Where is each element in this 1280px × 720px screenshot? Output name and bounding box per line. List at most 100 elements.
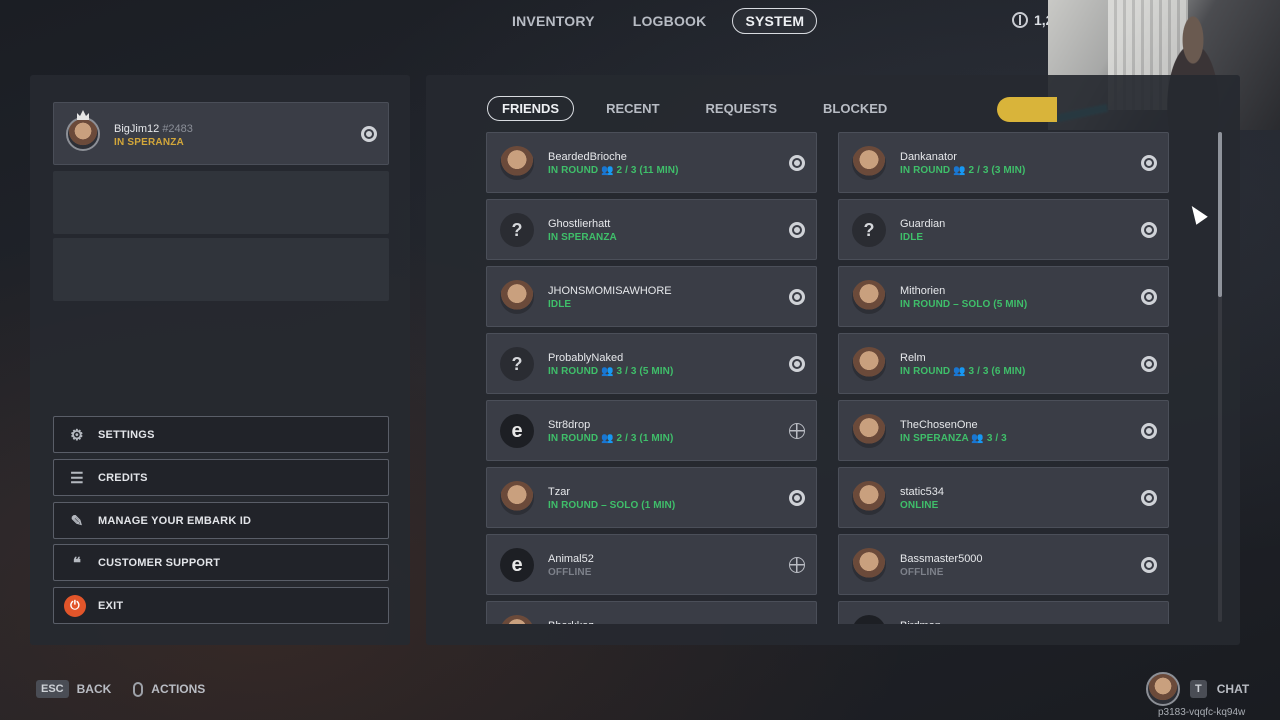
manage-embark-id-label: MANAGE YOUR EMBARK ID: [98, 514, 252, 527]
empty-party-slot: [53, 238, 389, 301]
back-button[interactable]: BACK: [77, 682, 112, 696]
tab-requests[interactable]: REQUESTS: [692, 96, 792, 121]
avatar: [66, 117, 100, 151]
actions-button[interactable]: ACTIONS: [151, 682, 205, 696]
exit-label: EXIT: [98, 599, 124, 612]
friend-name: Mithorien: [900, 285, 946, 297]
friend-card[interactable]: ? Ghostlierhatt IN SPERANZA: [486, 199, 817, 260]
profile-card[interactable]: BigJim12 #2483 IN SPERANZA: [53, 102, 389, 165]
friend-status: ONLINE: [900, 500, 939, 511]
tab-inventory[interactable]: INVENTORY: [500, 8, 607, 34]
pencil-icon: ✎: [70, 512, 84, 530]
embark-logo-icon: e: [852, 615, 886, 624]
friend-card[interactable]: TheChosenOne IN SPERANZA 👥 3 / 3: [838, 400, 1169, 461]
avatar: [852, 414, 886, 448]
settings-button[interactable]: ⚙ SETTINGS: [53, 416, 389, 453]
friend-card[interactable]: static534 ONLINE: [838, 467, 1169, 528]
friend-name: ProbablyNaked: [548, 352, 624, 364]
currency-icon: [1012, 12, 1028, 28]
tab-recent[interactable]: RECENT: [592, 96, 673, 121]
unknown-avatar-icon: ?: [852, 213, 886, 247]
friend-status: IN SPERANZA: [548, 232, 617, 243]
friend-name: Str8drop: [548, 419, 591, 431]
friend-card[interactable]: BeardedBrioche IN ROUND 👥 2 / 3 (11 MIN): [486, 132, 817, 193]
tab-system[interactable]: SYSTEM: [732, 8, 818, 34]
avatar: [852, 347, 886, 381]
steam-icon: [1141, 289, 1157, 305]
friend-name: Guardian: [900, 218, 946, 230]
friend-status: IN SPERANZA 👥 3 / 3: [900, 433, 1007, 444]
friends-list: BeardedBrioche IN ROUND 👥 2 / 3 (11 MIN) D…: [486, 132, 1170, 624]
add-friend-button[interactable]: [997, 97, 1057, 122]
friend-status: IN ROUND 👥 2 / 3 (3 MIN): [900, 165, 1026, 176]
chat-key-hint: T: [1190, 680, 1207, 698]
friend-status: IN ROUND – SOLO (5 MIN): [900, 299, 1028, 310]
top-nav: INVENTORY LOGBOOK SYSTEM: [500, 8, 818, 34]
unknown-avatar-icon: ?: [500, 347, 534, 381]
tab-logbook[interactable]: LOGBOOK: [621, 8, 719, 34]
friend-card[interactable]: e Animal52 OFFLINE: [486, 534, 817, 595]
avatar: [1146, 672, 1180, 706]
friend-card[interactable]: Bharkkaz: [486, 601, 817, 624]
avatar: [500, 280, 534, 314]
customer-support-label: CUSTOMER SUPPORT: [98, 556, 221, 569]
empty-party-slot: [53, 171, 389, 234]
steam-icon: [1141, 155, 1157, 171]
friend-tabs: FRIENDS RECENT REQUESTS BLOCKED: [487, 96, 901, 121]
friend-card[interactable]: ? ProbablyNaked IN ROUND 👥 3 / 3 (5 MIN): [486, 333, 817, 394]
globe-icon: [789, 557, 805, 573]
esc-key-hint: ESC: [36, 680, 69, 698]
gear-icon: ⚙: [70, 426, 84, 444]
exit-button[interactable]: ⏻ EXIT: [53, 587, 389, 624]
steam-icon: [789, 289, 805, 305]
embark-logo-icon: e: [500, 548, 534, 582]
friend-status: IN ROUND – SOLO (1 MIN): [548, 500, 676, 511]
friend-card[interactable]: Tzar IN ROUND – SOLO (1 MIN): [486, 467, 817, 528]
avatar: [500, 146, 534, 180]
friend-card[interactable]: Bassmaster5000 OFFLINE: [838, 534, 1169, 595]
avatar: [500, 615, 534, 624]
steam-icon: [1141, 490, 1157, 506]
steam-icon: [1141, 557, 1157, 573]
globe-icon: [789, 423, 805, 439]
embark-id: p3183-vqqfc-kq94w: [1158, 707, 1246, 718]
friend-status: IN ROUND 👥 3 / 3 (6 MIN): [900, 366, 1026, 377]
unknown-avatar-icon: ?: [500, 213, 534, 247]
friend-name: Relm: [900, 352, 926, 364]
friend-card[interactable]: Relm IN ROUND 👥 3 / 3 (6 MIN): [838, 333, 1169, 394]
tab-friends[interactable]: FRIENDS: [487, 96, 575, 121]
friend-name: BeardedBrioche: [548, 151, 627, 163]
profile-name-line: BigJim12 #2483: [114, 123, 193, 135]
friend-name: Bassmaster5000: [900, 553, 983, 565]
friend-name: Animal52: [548, 553, 594, 565]
avatar: [852, 280, 886, 314]
mouse-icon: [133, 681, 144, 697]
friend-card[interactable]: Dankanator IN ROUND 👥 2 / 3 (3 MIN): [838, 132, 1169, 193]
credits-label: CREDITS: [98, 471, 148, 484]
friend-card[interactable]: Mithorien IN ROUND – SOLO (5 MIN): [838, 266, 1169, 327]
steam-icon: [361, 126, 377, 142]
customer-support-button[interactable]: ❝ CUSTOMER SUPPORT: [53, 544, 389, 581]
profile-status: IN SPERANZA: [114, 137, 184, 148]
friend-card[interactable]: e Birdman: [838, 601, 1169, 624]
steam-icon: [789, 155, 805, 171]
tab-blocked[interactable]: BLOCKED: [809, 96, 901, 121]
crown-icon: [77, 110, 89, 120]
scrollbar-thumb[interactable]: [1218, 132, 1222, 297]
friend-status: IN ROUND 👥 2 / 3 (11 MIN): [548, 165, 679, 176]
avatar: [500, 481, 534, 515]
steam-icon: [1141, 356, 1157, 372]
friend-name: Tzar: [548, 486, 570, 498]
friend-card[interactable]: JHONSMOMISAWHORE IDLE: [486, 266, 817, 327]
steam-icon: [789, 356, 805, 372]
manage-embark-id-button[interactable]: ✎ MANAGE YOUR EMBARK ID: [53, 502, 389, 539]
settings-label: SETTINGS: [98, 428, 155, 441]
chat-button[interactable]: CHAT: [1217, 682, 1249, 696]
friend-name: TheChosenOne: [900, 419, 978, 431]
avatar: [852, 548, 886, 582]
credits-button[interactable]: ☰ CREDITS: [53, 459, 389, 496]
friend-card[interactable]: ? Guardian IDLE: [838, 199, 1169, 260]
friend-card[interactable]: e Str8drop IN ROUND 👥 2 / 3 (1 MIN): [486, 400, 817, 461]
bottom-bar: ESC BACK ACTIONS: [36, 680, 205, 698]
friend-status: OFFLINE: [548, 567, 592, 578]
